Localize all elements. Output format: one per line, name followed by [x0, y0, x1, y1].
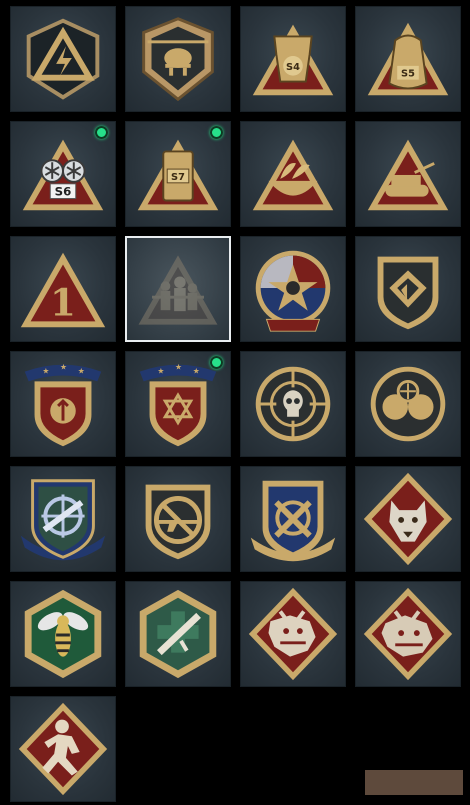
emblem-tile[interactable]: S4	[240, 6, 346, 112]
crosshair-fists-emblem-icon	[370, 366, 446, 442]
emblem-tile[interactable]	[355, 121, 461, 227]
emblem-tile[interactable]	[125, 581, 231, 687]
s4-label: S4	[286, 62, 300, 73]
emblem-tile[interactable]: S6	[10, 121, 116, 227]
s6-label: S6	[55, 185, 72, 199]
emblem-tile[interactable]: 1	[10, 236, 116, 342]
s5-supply-bag-emblem-icon: S5	[367, 22, 449, 96]
emblem-tile[interactable]	[355, 581, 461, 687]
lightning-triangle-emblem-icon	[26, 18, 100, 100]
svg-text:★: ★	[78, 367, 85, 376]
emblem-tile[interactable]	[10, 466, 116, 572]
emblem-tile-selected[interactable]	[125, 236, 231, 342]
runner-diamond-emblem-icon	[18, 702, 108, 796]
emblem-tile[interactable]	[355, 351, 461, 457]
emblem-tile[interactable]	[10, 581, 116, 687]
footer-action-bar[interactable]	[365, 770, 463, 795]
hexagram-crest-emblem-icon: ★ ★ ★	[139, 363, 217, 447]
emblem-tile[interactable]: S7	[125, 121, 231, 227]
s6-goggles-emblem-icon: S6	[22, 139, 104, 211]
dragon-diamond-alt-emblem-icon	[363, 587, 453, 681]
emblem-tile[interactable]	[240, 236, 346, 342]
emblem-tile[interactable]	[355, 466, 461, 572]
emblem-tile[interactable]	[355, 236, 461, 342]
emblem-tile[interactable]: S5	[355, 6, 461, 112]
chevron-shield-emblem-icon	[377, 256, 439, 330]
crosshair-rifle-shield-emblem-icon	[20, 479, 106, 561]
svg-text:★: ★	[42, 367, 49, 376]
helicopter-shield-emblem-icon	[142, 17, 214, 102]
number-one-label: 1	[50, 280, 76, 324]
emblem-tile[interactable]	[10, 6, 116, 112]
emblem-tile[interactable]	[240, 121, 346, 227]
svg-text:★: ★	[175, 363, 182, 372]
s5-label: S5	[401, 69, 415, 80]
s7-label: S7	[171, 172, 185, 183]
s4-supply-drop-emblem-icon: S4	[252, 24, 334, 96]
emblem-tile[interactable]	[125, 466, 231, 572]
number-one-triangle-emblem-icon: 1	[20, 252, 106, 328]
no-rifle-shield-emblem-icon	[145, 484, 211, 560]
crossed-tools-shield-emblem-icon	[250, 480, 336, 562]
emblem-tile[interactable]	[240, 466, 346, 572]
svg-text:★: ★	[60, 363, 67, 372]
emblem-tile[interactable]	[10, 696, 116, 802]
svg-text:★: ★	[157, 367, 164, 376]
soldiers-triangle-emblem-icon	[138, 255, 218, 325]
emblem-tile[interactable]: ★ ★ ★	[125, 351, 231, 457]
s7-crate-emblem-icon: S7	[137, 139, 219, 211]
bowl-leaf-triangle-emblem-icon	[252, 139, 334, 211]
hornet-hexagon-emblem-icon	[24, 589, 102, 679]
emblem-tile[interactable]	[240, 581, 346, 687]
svg-text:★: ★	[193, 367, 200, 376]
crosshair-skull-emblem-icon	[255, 366, 331, 442]
emblem-tile[interactable]: ★ ★ ★	[10, 351, 116, 457]
dragon-diamond-emblem-icon	[248, 587, 338, 681]
blue-banner-crest-emblem-icon: ★ ★ ★	[24, 363, 102, 447]
tank-triangle-emblem-icon	[367, 139, 449, 211]
emblem-grid: S4 S5 S6 S7 1 ★ ★ ★ ★ ★ ★	[10, 6, 461, 802]
emblem-tile[interactable]	[125, 6, 231, 112]
wolf-diamond-emblem-icon	[363, 472, 453, 566]
star-skull-shield-emblem-icon	[255, 250, 331, 332]
emblem-tile[interactable]	[240, 351, 346, 457]
medic-rifle-hexagon-emblem-icon	[139, 589, 217, 679]
